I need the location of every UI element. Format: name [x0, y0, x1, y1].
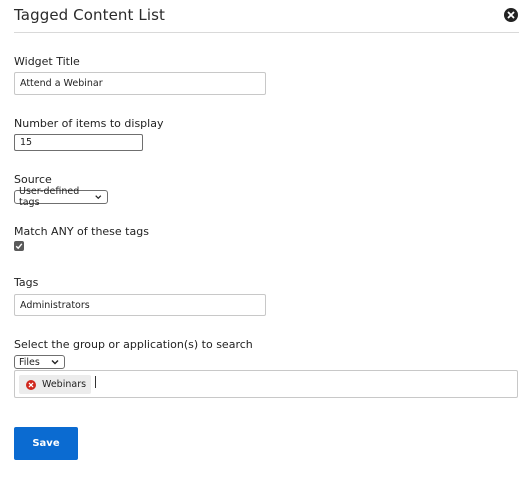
- source-select[interactable]: User-defined tags: [14, 186, 108, 208]
- close-icon[interactable]: [504, 8, 518, 22]
- search-scope-select-value: Files: [19, 356, 40, 368]
- title-divider: [14, 32, 519, 33]
- match-any-label: Match ANY of these tags: [14, 225, 149, 238]
- widget-title-label: Widget Title: [14, 55, 80, 68]
- checkmark-icon: [15, 243, 23, 250]
- text-cursor: [95, 376, 96, 388]
- tag-chip: Webinars: [19, 375, 92, 394]
- tagged-content-list-dialog: Tagged Content List Widget Title Number …: [0, 0, 532, 480]
- save-button[interactable]: Save: [14, 427, 78, 460]
- chevron-down-icon: [95, 195, 102, 200]
- widget-title-input[interactable]: [14, 72, 266, 95]
- num-items-input[interactable]: [14, 134, 143, 151]
- num-items-label: Number of items to display: [14, 117, 164, 130]
- search-scope-label: Select the group or application(s) to se…: [14, 338, 253, 351]
- tag-chip-label: Webinars: [42, 379, 87, 390]
- dialog-title: Tagged Content List: [14, 6, 165, 24]
- source-select-value: User-defined tags: [19, 186, 80, 208]
- remove-circle-icon[interactable]: [26, 379, 36, 390]
- match-any-checkbox[interactable]: [14, 241, 24, 251]
- tags-label: Tags: [14, 276, 39, 289]
- chevron-down-icon: [51, 360, 59, 365]
- search-scope-select[interactable]: Files: [14, 355, 65, 369]
- tags-input[interactable]: [14, 294, 266, 316]
- source-label: Source: [14, 173, 52, 186]
- application-tag-input[interactable]: Webinars: [14, 370, 518, 398]
